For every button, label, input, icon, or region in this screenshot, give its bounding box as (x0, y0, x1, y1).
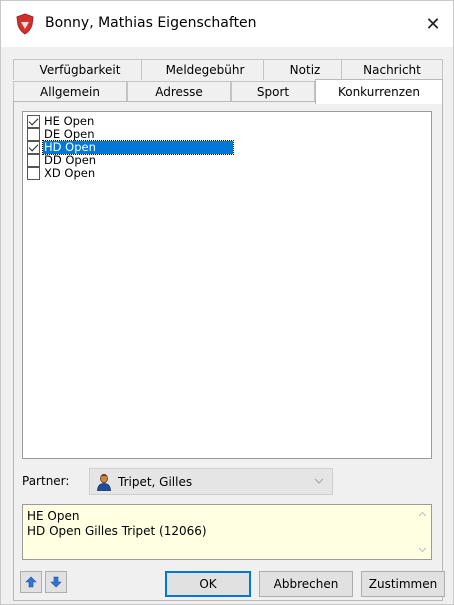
competition-label: XD Open (44, 166, 96, 180)
scroll-up-icon[interactable] (417, 509, 428, 520)
checkbox[interactable] (27, 115, 40, 128)
shield-app-icon (16, 13, 34, 35)
checkbox[interactable] (27, 154, 40, 167)
chevron-down-icon (314, 476, 324, 486)
checkbox[interactable] (27, 128, 40, 141)
partner-select[interactable]: Tripet, Gilles (89, 468, 333, 495)
arrow-down-icon (50, 576, 62, 588)
tab-meldegebuehr[interactable]: Meldegebühr (141, 59, 269, 80)
checkbox[interactable] (27, 167, 40, 180)
partner-label: Partner: (22, 474, 70, 488)
window-title: Bonny, Mathias Eigenschaften (45, 15, 257, 31)
cancel-button[interactable]: Abbrechen (259, 571, 353, 597)
tab-verfuegbarkeit[interactable]: Verfügbarkeit (13, 59, 147, 80)
competition-list[interactable]: HE Open DE Open HD Open DD Open XD Open (22, 111, 432, 459)
tab-sport[interactable]: Sport (231, 81, 315, 102)
info-line: HE Open (27, 509, 80, 523)
scroll-down-icon[interactable] (417, 544, 428, 555)
tab-adresse[interactable]: Adresse (127, 81, 231, 102)
ok-button[interactable]: OK (165, 571, 251, 597)
info-textbox[interactable]: HE Open HD Open Gilles Tripet (12066) (22, 504, 432, 560)
tab-allgemein[interactable]: Allgemein (13, 81, 127, 102)
partner-value: Tripet, Gilles (118, 474, 193, 489)
close-icon: ✕ (425, 13, 441, 35)
move-up-button[interactable] (20, 571, 42, 593)
konkurrenzen-panel: HE Open DE Open HD Open DD Open XD Open … (13, 101, 443, 601)
properties-dialog: Bonny, Mathias Eigenschaften ✕ Verfügbar… (0, 0, 454, 605)
move-down-button[interactable] (45, 571, 67, 593)
checkbox[interactable] (27, 141, 40, 154)
info-scrollbar[interactable] (414, 505, 431, 559)
info-line: HD Open Gilles Tripet (12066) (27, 524, 207, 538)
tab-notiz[interactable]: Notiz (263, 59, 347, 80)
apply-button[interactable]: Zustimmen (361, 571, 445, 597)
tab-nachricht[interactable]: Nachricht (341, 59, 443, 80)
list-item[interactable]: XD Open (27, 167, 96, 180)
close-button[interactable]: ✕ (413, 1, 453, 47)
arrow-up-icon (25, 576, 37, 588)
title-bar: Bonny, Mathias Eigenschaften ✕ (1, 1, 453, 47)
tab-konkurrenzen[interactable]: Konkurrenzen (315, 79, 443, 104)
person-icon (97, 473, 111, 491)
